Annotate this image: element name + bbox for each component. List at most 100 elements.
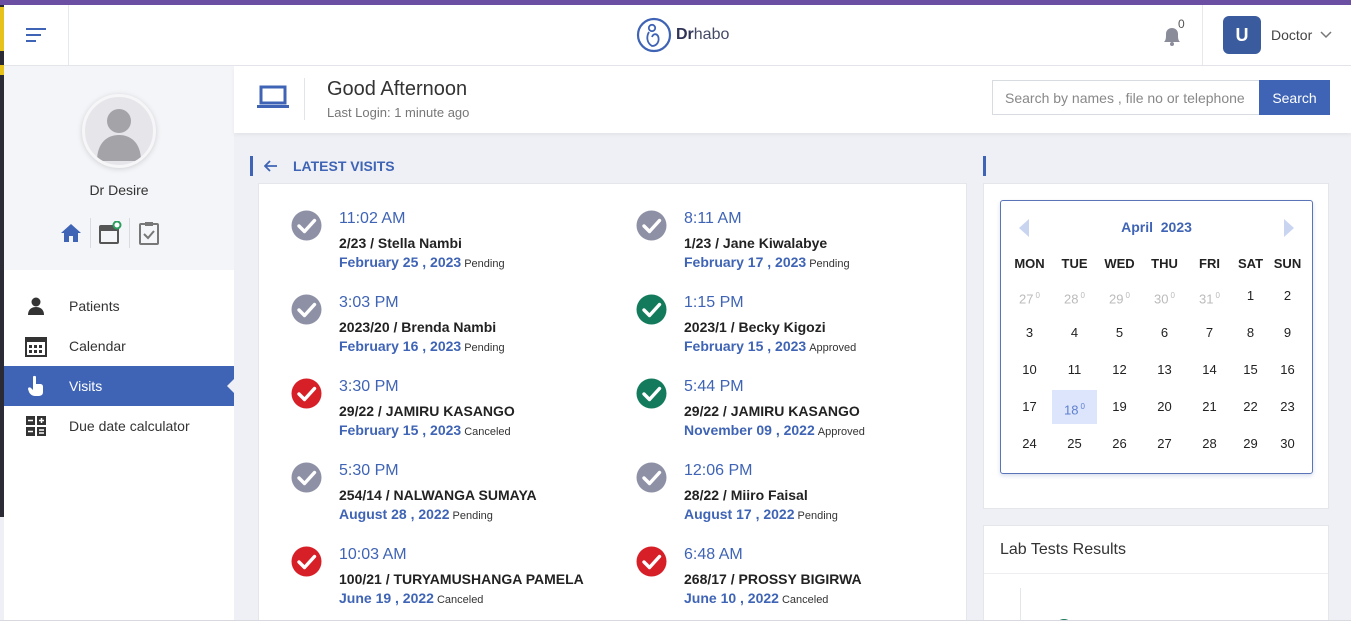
calendar-day[interactable]: 12	[1097, 353, 1142, 387]
profile-avatar[interactable]	[82, 94, 156, 168]
calendar-grid: MON TUE WED THU FRI SAT SUN 27 0 28 0 29 0 30 0 31 0 1 2 3 4…	[1007, 251, 1306, 462]
calendar-day[interactable]: 29	[1232, 427, 1269, 461]
visit-status: Pending	[809, 258, 850, 270]
visit-time: 12:06 PM	[684, 462, 753, 479]
appointments-button[interactable]	[91, 216, 129, 250]
menu-toggle-button[interactable]	[4, 5, 69, 65]
calendar-day[interactable]: 30	[1269, 427, 1306, 461]
calendar-day[interactable]: 22	[1232, 390, 1269, 424]
right-column-marker	[983, 156, 986, 176]
calendar-day[interactable]: 2	[1269, 279, 1306, 313]
search-button[interactable]: Search	[1259, 80, 1330, 115]
visit-patient: 2023/1 / Becky Kigozi	[684, 319, 826, 335]
visit-item[interactable]: 6:48 AM 268/17 / PROSSY BIGIRWA June 10 , …	[636, 546, 966, 622]
sidebar-item-label: Due date calculator	[69, 418, 190, 434]
calendar-day-today[interactable]: 18 0	[1052, 389, 1097, 424]
calendar-day[interactable]: 9	[1269, 316, 1306, 350]
calendar-day[interactable]: 14	[1187, 353, 1232, 387]
visit-patient: 1/23 / Jane Kiwalabye	[684, 235, 828, 251]
user-menu[interactable]: U Doctor	[1202, 5, 1351, 65]
next-month-icon[interactable]	[1284, 219, 1294, 237]
visit-item[interactable]: 11:02 AM 2/23 / Stella Nambi February 25 ,…	[291, 210, 621, 290]
calendar-day[interactable]: 26	[1097, 427, 1142, 461]
app-logo[interactable]: Drhabo	[636, 17, 729, 53]
visit-item[interactable]: 3:03 PM 2023/20 / Brenda Nambi February 16…	[291, 294, 621, 374]
visit-date-line: February 25 , 2023 Pending	[339, 254, 505, 270]
sidebar: Dr Desire Patients Calendar Visits Due d…	[4, 66, 235, 621]
calendar-day[interactable]: 1	[1232, 279, 1269, 313]
lab-results-card: Lab Tests Results	[983, 525, 1329, 631]
calendar-day[interactable]: 11	[1052, 353, 1097, 387]
calendar-day[interactable]: 28 0	[1052, 279, 1097, 313]
visit-date-line: February 16 , 2023 Pending	[339, 338, 505, 354]
visit-patient: 28/22 / Miiro Faisal	[684, 487, 808, 503]
visit-date-line: June 10 , 2022 Canceled	[684, 590, 828, 606]
calendar-day[interactable]: 21	[1187, 390, 1232, 424]
calendar-day[interactable]: 23	[1269, 390, 1306, 424]
calendar-day[interactable]: 5	[1097, 316, 1142, 350]
visit-date-line: November 09 , 2022 Approved	[684, 422, 865, 438]
calendar-day[interactable]: 17	[1007, 390, 1052, 424]
home-button[interactable]	[52, 216, 90, 250]
calendar-day[interactable]: 3	[1007, 316, 1052, 350]
day-badge: 0	[1080, 290, 1085, 300]
visit-status: Approved	[817, 426, 865, 438]
calendar-day[interactable]: 8	[1232, 316, 1269, 350]
calendar-day[interactable]: 31 0	[1187, 279, 1232, 313]
calendar-day[interactable]: 20	[1142, 390, 1187, 424]
calendar-day[interactable]: 6	[1142, 316, 1187, 350]
status-check-icon	[291, 294, 322, 325]
sidebar-item-label: Patients	[69, 298, 120, 314]
visit-patient: 268/17 / PROSSY BIGIRWA	[684, 571, 862, 587]
calendar-day[interactable]: 10	[1007, 353, 1052, 387]
status-check-icon	[636, 462, 667, 493]
calendar-day[interactable]: 19	[1097, 390, 1142, 424]
arrow-left-icon[interactable]	[264, 160, 278, 172]
sidebar-item-patients[interactable]: Patients	[4, 286, 234, 326]
visit-time: 3:03 PM	[339, 294, 399, 311]
calendar-day[interactable]: 16	[1269, 353, 1306, 387]
visit-time: 1:15 PM	[684, 294, 744, 311]
latest-visits-title: LATEST VISITS	[293, 158, 395, 174]
last-login: Last Login: 1 minute ago	[327, 105, 470, 120]
sidebar-item-visits[interactable]: Visits	[4, 366, 235, 406]
sidebar-item-calendar[interactable]: Calendar	[4, 326, 234, 366]
visit-patient: 29/22 / JAMIRU KASANGO	[684, 403, 860, 419]
visit-item[interactable]: 3:30 PM 29/22 / JAMIRU KASANGO February 15…	[291, 378, 621, 458]
calendar-day[interactable]: 15	[1232, 353, 1269, 387]
visit-item[interactable]: 5:44 PM 29/22 / JAMIRU KASANGO November 09…	[636, 378, 966, 458]
calendar-day[interactable]: 27	[1142, 427, 1187, 461]
profile-name: Dr Desire	[89, 182, 149, 198]
calendar-day[interactable]: 13	[1142, 353, 1187, 387]
visit-date: February 17 , 2023	[684, 254, 807, 270]
clipboard-check-icon	[139, 222, 159, 245]
calendar-day[interactable]: 24	[1007, 427, 1052, 461]
visit-item[interactable]: 5:30 PM 254/14 / NALWANGA SUMAYA August 28…	[291, 462, 621, 542]
notifications-button[interactable]: 0	[1159, 17, 1187, 50]
calendar-weekday-row: MON TUE WED THU FRI SAT SUN	[1007, 251, 1306, 277]
laptop-icon	[257, 85, 289, 108]
status-check-icon	[636, 546, 667, 577]
calendar-day[interactable]: 29 0	[1097, 279, 1142, 313]
menu-icon	[26, 28, 46, 42]
visit-item[interactable]: 12:06 PM 28/22 / Miiro Faisal August 17 , …	[636, 462, 966, 542]
search-input[interactable]	[992, 80, 1260, 115]
logo-text: Drhabo	[676, 26, 730, 43]
calendar-weekday: TUE	[1061, 256, 1088, 271]
calendar-day[interactable]: 4	[1052, 316, 1097, 350]
calendar-day[interactable]: 7	[1187, 316, 1232, 350]
calendar-day[interactable]: 30 0	[1142, 279, 1187, 313]
calendar-day[interactable]: 27 0	[1007, 279, 1052, 313]
visit-date: August 28 , 2022	[339, 506, 450, 522]
visit-item[interactable]: 8:11 AM 1/23 / Jane Kiwalabye February 17 …	[636, 210, 966, 290]
tasks-button[interactable]	[130, 216, 168, 250]
visit-time: 5:30 PM	[339, 462, 399, 479]
calendar-day[interactable]: 25	[1052, 427, 1097, 461]
visit-date: February 25 , 2023	[339, 254, 462, 270]
user-avatar: U	[1223, 16, 1261, 54]
visit-item[interactable]: 1:15 PM 2023/1 / Becky Kigozi February 15 …	[636, 294, 966, 374]
visit-item[interactable]: 10:03 AM 100/21 / TURYAMUSHANGA PAMELA Jun…	[291, 546, 621, 622]
sidebar-item-due-date-calculator[interactable]: Due date calculator	[4, 406, 234, 446]
day-badge: 0	[1035, 290, 1040, 300]
calendar-day[interactable]: 28	[1187, 427, 1232, 461]
